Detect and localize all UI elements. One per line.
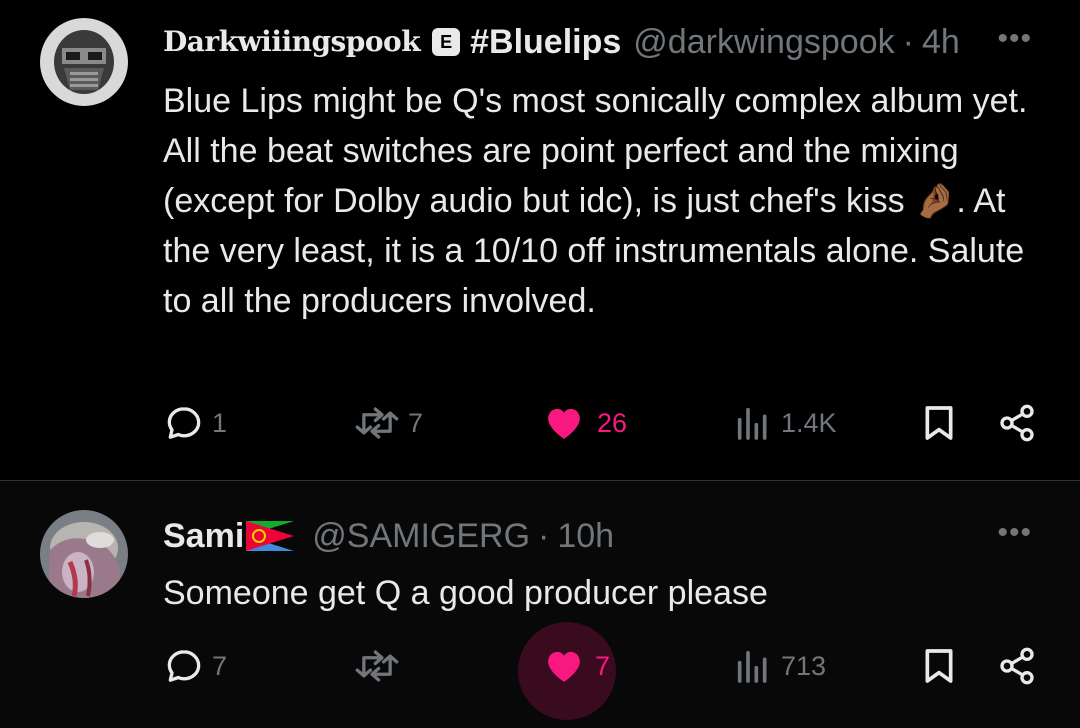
- flag-emoji: [246, 521, 295, 551]
- bookmark-button[interactable]: [919, 403, 959, 443]
- like-button[interactable]: 7: [543, 646, 610, 686]
- post-samigerg[interactable]: Sami @SAMIGERG · 10h ••• Someone get Q a…: [0, 481, 1080, 728]
- reply-icon: [167, 650, 201, 682]
- share-icon: [1000, 647, 1034, 685]
- display-name[interactable]: Darkwiiingspook: [163, 20, 421, 64]
- like-count: 26: [597, 407, 628, 438]
- share-button[interactable]: [996, 646, 1038, 686]
- views-button[interactable]: 713: [733, 646, 826, 686]
- bookmark-icon: [925, 649, 953, 683]
- repost-button[interactable]: [354, 646, 408, 686]
- more-options-icon[interactable]: •••: [997, 22, 1032, 56]
- bookmark-button[interactable]: [919, 646, 959, 686]
- repost-icon: [355, 407, 399, 439]
- post-darkwingspook[interactable]: Darkwiiingspook E #Bluelips @darkwingspo…: [0, 0, 1080, 480]
- heart-icon: [548, 408, 580, 439]
- repost-button[interactable]: 7: [354, 403, 423, 443]
- reply-count: 7: [212, 650, 228, 681]
- share-icon: [1000, 404, 1034, 442]
- action-bar: 7 7 713: [0, 622, 1080, 720]
- reply-icon: [167, 407, 201, 439]
- view-count: 1.4K: [781, 407, 837, 438]
- reply-button[interactable]: 1: [164, 403, 227, 443]
- more-options-icon[interactable]: •••: [997, 516, 1032, 550]
- like-button[interactable]: 26: [543, 403, 627, 443]
- action-bar: 1 7 26 1.4K: [0, 403, 1080, 453]
- separator-dot: ·: [538, 517, 550, 555]
- view-count: 713: [781, 650, 827, 681]
- user-handle[interactable]: @SAMIGERG: [312, 514, 530, 558]
- post-header: Darkwiiingspook E #Bluelips @darkwingspo…: [163, 20, 960, 64]
- hashtag[interactable]: #Bluelips: [470, 20, 621, 64]
- timestamp[interactable]: 10h: [557, 514, 614, 558]
- display-name[interactable]: Sami: [163, 514, 244, 558]
- repost-count: 7: [408, 407, 424, 438]
- post-header: Sami @SAMIGERG · 10h: [163, 514, 614, 558]
- views-icon: [737, 407, 767, 440]
- post-text: Someone get Q a good producer please: [163, 574, 768, 612]
- avatar[interactable]: [40, 510, 128, 598]
- separator-dot: ·: [902, 23, 914, 61]
- post-text: Blue Lips might be Q's most sonically co…: [163, 82, 1028, 320]
- like-count: 7: [595, 650, 611, 681]
- repost-icon: [355, 650, 399, 682]
- avatar[interactable]: [40, 18, 128, 106]
- heart-icon: [548, 651, 580, 682]
- views-button[interactable]: 1.4K: [733, 403, 837, 443]
- timestamp[interactable]: 4h: [922, 20, 960, 64]
- bookmark-icon: [925, 406, 953, 440]
- reply-button[interactable]: 7: [164, 646, 227, 686]
- views-icon: [737, 650, 767, 683]
- share-button[interactable]: [996, 403, 1038, 443]
- label-badge: E: [432, 28, 461, 56]
- reply-count: 1: [212, 407, 228, 438]
- user-handle[interactable]: @darkwingspook: [633, 20, 894, 64]
